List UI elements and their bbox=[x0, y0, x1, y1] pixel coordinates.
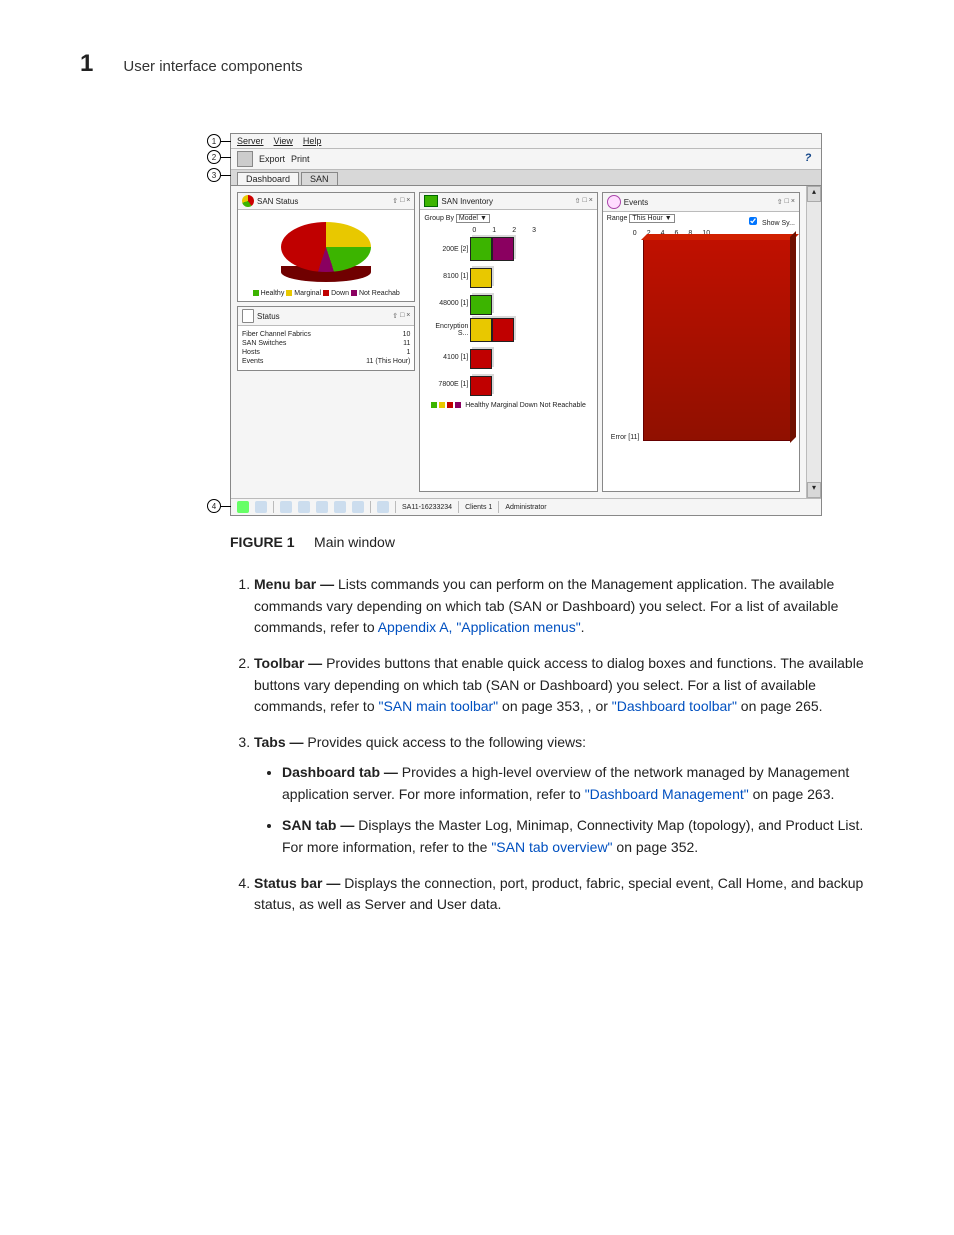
status-icon bbox=[280, 501, 292, 513]
scroll-up-icon[interactable]: ▴ bbox=[807, 186, 821, 202]
callout-3: 3 bbox=[207, 168, 231, 182]
link-san-main-toolbar[interactable]: "SAN main toolbar" bbox=[379, 698, 499, 714]
callout-2: 2 bbox=[207, 150, 231, 164]
pin-icon[interactable]: ⇧ bbox=[777, 198, 783, 206]
callout-1: 1 bbox=[207, 134, 231, 148]
maximize-icon[interactable]: □ bbox=[582, 197, 586, 205]
description-list: Menu bar — Lists commands you can perfor… bbox=[230, 574, 874, 916]
list-item: Dashboard tab — Provides a high-level ov… bbox=[282, 762, 874, 805]
group-by-dropdown[interactable]: Model▼ bbox=[456, 214, 490, 223]
link-dashboard-management[interactable]: "Dashboard Management" bbox=[585, 786, 749, 802]
san-inventory-panel: SAN Inventory ⇧□× Group By Model▼ 0 1 2 … bbox=[419, 192, 597, 492]
list-item: SAN tab — Displays the Master Log, Minim… bbox=[282, 815, 874, 858]
toolbar-export[interactable]: Export bbox=[259, 154, 285, 164]
pin-icon[interactable]: ⇧ bbox=[392, 312, 398, 320]
status-icon bbox=[352, 501, 364, 513]
show-checkbox[interactable] bbox=[749, 217, 757, 225]
tab-dashboard[interactable]: Dashboard bbox=[237, 172, 299, 185]
toolbar-icon[interactable] bbox=[237, 151, 253, 167]
pie-legend: Healthy Marginal Down Not Reachab bbox=[242, 290, 410, 297]
inventory-icon bbox=[424, 195, 438, 207]
link-dashboard-toolbar[interactable]: "Dashboard toolbar" bbox=[612, 698, 737, 714]
menu-help[interactable]: Help bbox=[303, 136, 322, 146]
figure-caption: FIGURE 1 Main window bbox=[230, 534, 874, 550]
statusbar-server: SA11-16233234 bbox=[402, 504, 452, 511]
toolbar: Export Print ? bbox=[231, 149, 821, 170]
close-icon[interactable]: × bbox=[791, 198, 795, 206]
dashboard-area: SAN Status ⇧□× Healthy Marginal Down Not… bbox=[231, 186, 806, 498]
pin-icon[interactable]: ⇧ bbox=[392, 197, 398, 205]
link-san-tab-overview[interactable]: "SAN tab overview" bbox=[491, 839, 612, 855]
list-item: Toolbar — Provides buttons that enable q… bbox=[254, 653, 874, 718]
status-panel: Status ⇧□× Fiber Channel Fabrics10 SAN S… bbox=[237, 306, 415, 371]
chapter-number: 1 bbox=[80, 50, 93, 78]
page-header: 1 User interface components bbox=[80, 50, 874, 78]
section-title: User interface components bbox=[123, 58, 302, 75]
range-dropdown[interactable]: This Hour▼ bbox=[629, 214, 674, 223]
san-status-pie-chart bbox=[281, 222, 371, 282]
close-icon[interactable]: × bbox=[589, 197, 593, 205]
menu-bar[interactable]: Server View Help bbox=[231, 134, 821, 149]
pin-icon[interactable]: ⇧ bbox=[575, 197, 581, 205]
maximize-icon[interactable]: □ bbox=[785, 198, 789, 206]
link-appendix-a[interactable]: Appendix A, "Application menus" bbox=[378, 619, 581, 635]
san-status-panel: SAN Status ⇧□× Healthy Marginal Down Not… bbox=[237, 192, 415, 302]
maximize-icon[interactable]: □ bbox=[400, 312, 404, 320]
list-item: Status bar — Displays the connection, po… bbox=[254, 873, 874, 916]
status-bar: SA11-16233234 Clients 1 Administrator bbox=[231, 498, 821, 515]
help-icon[interactable]: ? bbox=[801, 152, 815, 166]
statusbar-clients: Clients 1 bbox=[465, 504, 492, 511]
callout-4: 4 bbox=[207, 499, 231, 513]
status-icon bbox=[298, 501, 310, 513]
toolbar-print[interactable]: Print bbox=[291, 154, 310, 164]
list-item: Menu bar — Lists commands you can perfor… bbox=[254, 574, 874, 639]
vertical-scrollbar[interactable]: ▴ ▾ bbox=[806, 186, 821, 498]
tabs-row: Dashboard SAN bbox=[231, 170, 821, 186]
menu-view[interactable]: View bbox=[274, 136, 293, 146]
status-icon bbox=[316, 501, 328, 513]
status-icon bbox=[255, 501, 267, 513]
chevron-down-icon: ▼ bbox=[480, 215, 487, 222]
close-icon[interactable]: × bbox=[406, 312, 410, 320]
main-window-screenshot: 1 2 3 4 Server View Help Export Print ? … bbox=[230, 133, 822, 516]
status-icon bbox=[334, 501, 346, 513]
list-item: Tabs — Provides quick access to the foll… bbox=[254, 732, 874, 858]
events-bar-chart: Error [11] bbox=[611, 241, 791, 441]
pie-icon bbox=[242, 195, 254, 207]
clock-icon bbox=[607, 195, 621, 209]
menu-server[interactable]: Server bbox=[237, 136, 264, 146]
maximize-icon[interactable]: □ bbox=[400, 197, 404, 205]
chevron-down-icon: ▼ bbox=[665, 215, 672, 222]
status-icon bbox=[237, 501, 249, 513]
tab-san[interactable]: SAN bbox=[301, 172, 338, 185]
close-icon[interactable]: × bbox=[406, 197, 410, 205]
scroll-down-icon[interactable]: ▾ bbox=[807, 482, 821, 498]
statusbar-user: Administrator bbox=[505, 504, 546, 511]
status-icon bbox=[377, 501, 389, 513]
events-panel: Events ⇧□× Range This Hour▼ Show Sy... 0… bbox=[602, 192, 800, 492]
clipboard-icon bbox=[242, 309, 254, 323]
